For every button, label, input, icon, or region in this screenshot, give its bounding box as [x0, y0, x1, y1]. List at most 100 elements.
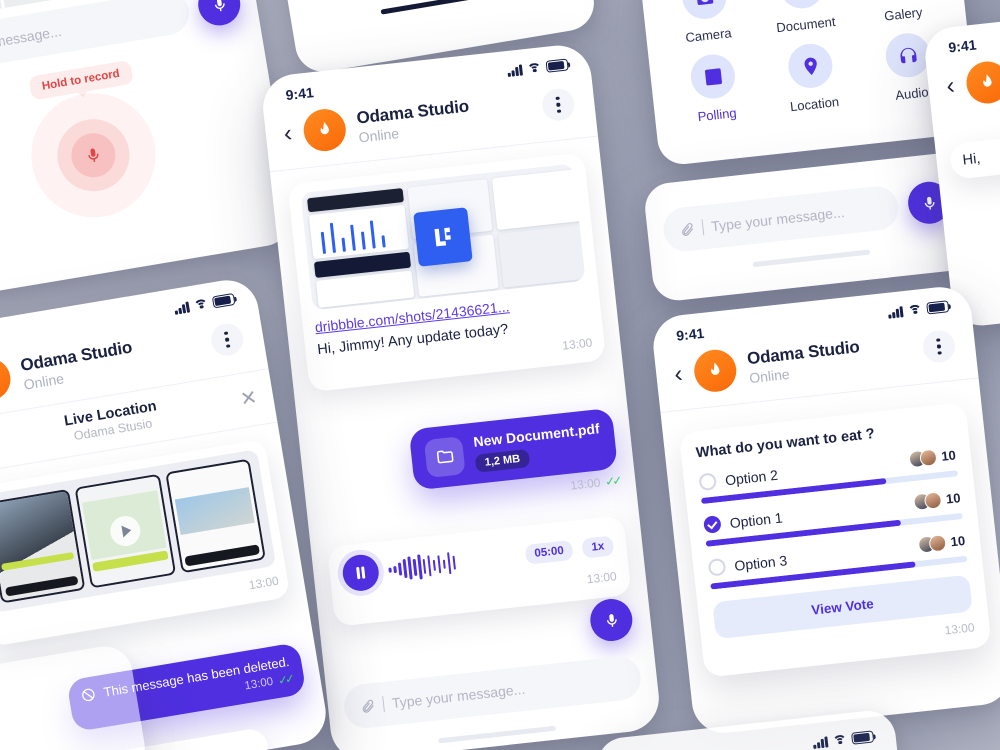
message-placeholder: Type your message...: [710, 204, 846, 235]
photo-mockup-3: [164, 458, 266, 574]
read-receipt-icon: ✓✓: [276, 671, 294, 688]
battery-icon: [545, 58, 569, 73]
back-button[interactable]: ‹: [282, 120, 293, 148]
pause-button[interactable]: [340, 552, 381, 593]
battery-icon: [926, 300, 950, 315]
voter-avatars: [916, 533, 947, 554]
attachment-label: Document: [775, 13, 837, 36]
attachment-label: Audio: [894, 84, 930, 103]
wifi-icon: [832, 733, 848, 750]
voter-avatars: [912, 491, 942, 512]
message-time: 13:00: [247, 573, 280, 593]
document-icon: [777, 0, 826, 11]
document-attachment[interactable]: New Document.pdf 1,2 MB: [423, 420, 603, 478]
message-time: 13:00: [243, 675, 275, 693]
poll-radio[interactable]: [698, 472, 718, 492]
avatar[interactable]: [0, 355, 14, 404]
attachment-input-card: Type your message...: [642, 151, 974, 303]
message-input[interactable]: Type your message...: [661, 184, 901, 254]
more-options-button[interactable]: [921, 328, 957, 365]
back-button[interactable]: ‹: [673, 360, 684, 388]
attachment-item-camera[interactable]: Camera: [656, 0, 755, 48]
voter-avatars: [907, 448, 938, 469]
camera-icon: [680, 0, 729, 22]
attachment-item-document[interactable]: Document: [754, 0, 853, 37]
message-bubble-link-preview: dribbble.com/shots/21436621... Hi, Jimmy…: [287, 152, 607, 393]
brand-logo: [413, 207, 473, 267]
attachment-label: Location: [789, 94, 840, 115]
mic-button[interactable]: [195, 0, 244, 29]
signal-icon: [888, 305, 904, 319]
signal-icon: [174, 301, 191, 315]
avatar[interactable]: [301, 106, 348, 154]
battery-icon: [851, 730, 875, 745]
microphone-icon: [88, 148, 99, 162]
polling-chat-card: 9:41 ‹ Odama Studio Online What do you w…: [650, 283, 1000, 737]
logo-glyph: [434, 227, 451, 247]
microphone-icon: [214, 0, 225, 11]
message-bubble-incoming: Hi,: [948, 124, 1000, 180]
poll-radio[interactable]: [707, 557, 727, 577]
flame-icon: [983, 74, 992, 87]
message-input[interactable]: Type your message...: [341, 654, 643, 731]
mic-button-floating[interactable]: [588, 596, 635, 644]
message-placeholder: Type your message...: [0, 22, 63, 61]
poll-voters: 10: [916, 532, 966, 554]
flame-icon: [320, 121, 329, 135]
more-options-button[interactable]: [208, 321, 246, 359]
message-bubble-voice: 05:00 1x 13:00: [326, 515, 632, 627]
poll-voters: 10: [912, 489, 962, 512]
attachment-label: Camera: [684, 25, 733, 46]
status-icons: [888, 300, 950, 320]
home-indicator: [380, 0, 502, 15]
attachment-item-location[interactable]: Location: [762, 39, 861, 117]
attachment-label: Galery: [883, 4, 924, 24]
avatar[interactable]: [964, 59, 1000, 106]
waveform[interactable]: [387, 543, 517, 583]
attachment-item-polling[interactable]: Polling: [665, 50, 764, 128]
message-time: 13:00: [586, 569, 618, 587]
flame-icon: [0, 368, 1, 391]
attachment-item-galery[interactable]: Galery: [851, 0, 950, 26]
document-size: 1,2 MB: [474, 449, 530, 473]
avatar[interactable]: [692, 347, 739, 394]
poll-vote-count: 10: [945, 490, 962, 507]
message-time: 13:00: [943, 620, 976, 638]
photo-mockup-1: [0, 488, 86, 604]
record-area: Hold to record: [0, 30, 292, 274]
more-options-button[interactable]: [540, 87, 576, 123]
wifi-icon: [907, 303, 923, 320]
close-icon[interactable]: ✕: [239, 386, 259, 410]
text-caret: [382, 696, 385, 713]
battery-icon: [211, 293, 236, 309]
attachment-grid: Camera Document Galery Polling Location: [637, 0, 975, 143]
back-button[interactable]: ‹: [945, 72, 956, 100]
contact-info: Odama Studio Online: [356, 89, 533, 145]
main-chat-card: 9:41 ‹ Odama Studio Online dribbble.com/…: [259, 42, 663, 750]
paperclip-icon: [682, 222, 694, 236]
link-thumbnail[interactable]: [300, 163, 586, 311]
playback-speed-button[interactable]: 1x: [581, 535, 615, 559]
hold-to-record-card: 1,2 KM Type your message... Hold to reco…: [0, 0, 297, 303]
poll-vote-count: 10: [949, 532, 966, 550]
message-time: 13:00: [561, 335, 593, 353]
signal-icon: [507, 63, 523, 77]
status-time: 9:41: [675, 324, 706, 344]
poll-voters: 10: [907, 446, 957, 469]
status-icons: [812, 730, 875, 750]
message-text: Hi,: [961, 150, 982, 169]
polling-icon: [688, 52, 738, 101]
status-icons: [507, 58, 569, 78]
attachment-label: Polling: [696, 105, 738, 125]
document-name: New Document.pdf: [472, 420, 601, 450]
text-caret: [701, 219, 705, 236]
poll-radio-selected[interactable]: [702, 515, 722, 534]
wifi-icon: [193, 297, 210, 315]
folder-icon: [423, 435, 466, 478]
status-time: 9:41: [947, 36, 978, 56]
poll-vote-count: 10: [940, 447, 957, 464]
paperclip-icon: [362, 699, 374, 713]
poll-card: What do you want to eat ? Option 2 10 Op…: [678, 401, 992, 678]
location-icon: [786, 41, 835, 91]
photo-mockup-2: [74, 473, 176, 589]
